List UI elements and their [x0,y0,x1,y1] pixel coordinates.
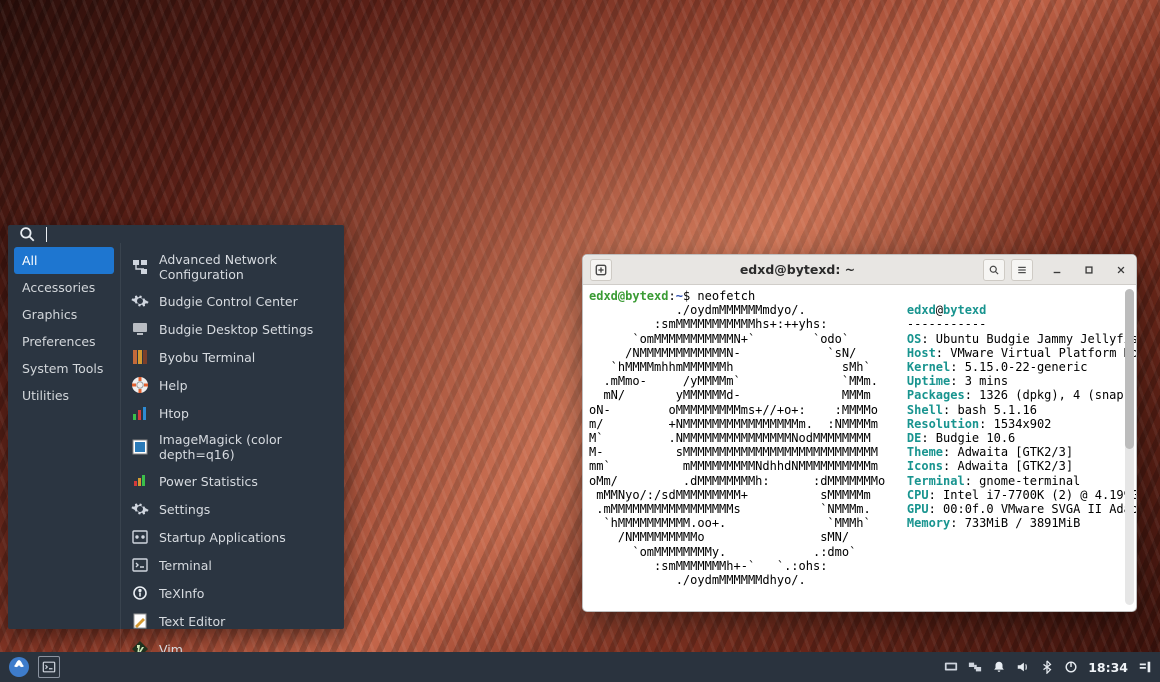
app-item-label: TeXInfo [159,586,204,601]
terminal-output: edxd@bytexd:~$ neofetch ./oydmMMMMMMmdyo… [589,289,1130,611]
app-item-label: Htop [159,406,189,421]
search-icon [18,225,36,243]
bluetooth-icon[interactable] [1040,660,1054,674]
category-accessories[interactable]: Accessories [14,274,114,301]
terminal-scroll-thumb[interactable] [1125,289,1134,449]
app-item-byobu-terminal[interactable]: Byobu Terminal [125,343,338,371]
startup-icon [131,528,149,546]
menu-search-row [8,225,344,243]
category-system-tools[interactable]: System Tools [14,355,114,382]
application-list: Advanced Network Configuration Budgie Con… [121,243,344,669]
raven-toggle-icon[interactable] [1138,660,1152,674]
category-all[interactable]: All [14,247,114,274]
maximize-button[interactable] [1081,262,1097,278]
bottom-panel: 18:34 [0,652,1160,682]
gear-icon [131,292,149,310]
byobu-icon [131,348,149,366]
app-item-label: Settings [159,502,210,517]
category-graphics[interactable]: Graphics [14,301,114,328]
app-item-label: Budgie Control Center [159,294,298,309]
imagemagick-icon [131,438,149,456]
gear-icon [131,500,149,518]
taskbar-terminal[interactable] [38,656,60,678]
budgie-menu-button[interactable] [8,656,30,678]
hamburger-menu-button[interactable] [1011,259,1033,281]
notifications-icon[interactable] [992,660,1006,674]
app-item-text-editor[interactable]: Text Editor [125,607,338,635]
close-button[interactable] [1113,262,1129,278]
app-item-label: ImageMagick (color depth=q16) [159,432,332,462]
app-item-label: Help [159,378,188,393]
app-item-htop[interactable]: Htop [125,399,338,427]
app-item-advanced-network-configuration[interactable]: Advanced Network Configuration [125,247,338,287]
search-button[interactable] [983,259,1005,281]
power-icon [131,472,149,490]
terminal-icon [131,556,149,574]
app-item-label: Byobu Terminal [159,350,255,365]
display-icon [131,320,149,338]
vm-tools-icon[interactable] [944,660,958,674]
app-item-startup-applications[interactable]: Startup Applications [125,523,338,551]
terminal-window: edxd@bytexd: ~ [582,254,1137,612]
terminal-body[interactable]: edxd@bytexd:~$ neofetch ./oydmMMMMMMmdyo… [583,285,1136,611]
power-icon[interactable] [1064,660,1078,674]
app-item-label: Advanced Network Configuration [159,252,332,282]
new-tab-button[interactable] [590,259,612,281]
app-item-budgie-control-center[interactable]: Budgie Control Center [125,287,338,315]
app-item-label: Budgie Desktop Settings [159,322,313,337]
texinfo-icon [131,584,149,602]
search-caret [46,227,47,242]
volume-icon[interactable] [1016,660,1030,674]
htop-icon [131,404,149,422]
app-item-label: Startup Applications [159,530,286,545]
category-list: AllAccessoriesGraphicsPreferencesSystem … [8,243,121,669]
app-item-terminal[interactable]: Terminal [125,551,338,579]
app-item-label: Power Statistics [159,474,258,489]
app-item-settings[interactable]: Settings [125,495,338,523]
texteditor-icon [131,612,149,630]
help-icon [131,376,149,394]
app-item-label: Terminal [159,558,212,573]
network-icon [131,258,149,276]
minimize-button[interactable] [1049,262,1065,278]
category-utilities[interactable]: Utilities [14,382,114,409]
app-item-label: Text Editor [159,614,225,629]
panel-clock[interactable]: 18:34 [1088,660,1128,675]
terminal-titlebar[interactable]: edxd@bytexd: ~ [583,255,1136,285]
terminal-scrollbar[interactable] [1125,289,1134,605]
network-icon[interactable] [968,660,982,674]
app-item-help[interactable]: Help [125,371,338,399]
app-item-texinfo[interactable]: TeXInfo [125,579,338,607]
application-menu: AllAccessoriesGraphicsPreferencesSystem … [8,225,344,629]
category-preferences[interactable]: Preferences [14,328,114,355]
app-item-budgie-desktop-settings[interactable]: Budgie Desktop Settings [125,315,338,343]
terminal-title: edxd@bytexd: ~ [619,262,976,277]
app-item-imagemagick-color-depth-q16[interactable]: ImageMagick (color depth=q16) [125,427,338,467]
app-item-power-statistics[interactable]: Power Statistics [125,467,338,495]
